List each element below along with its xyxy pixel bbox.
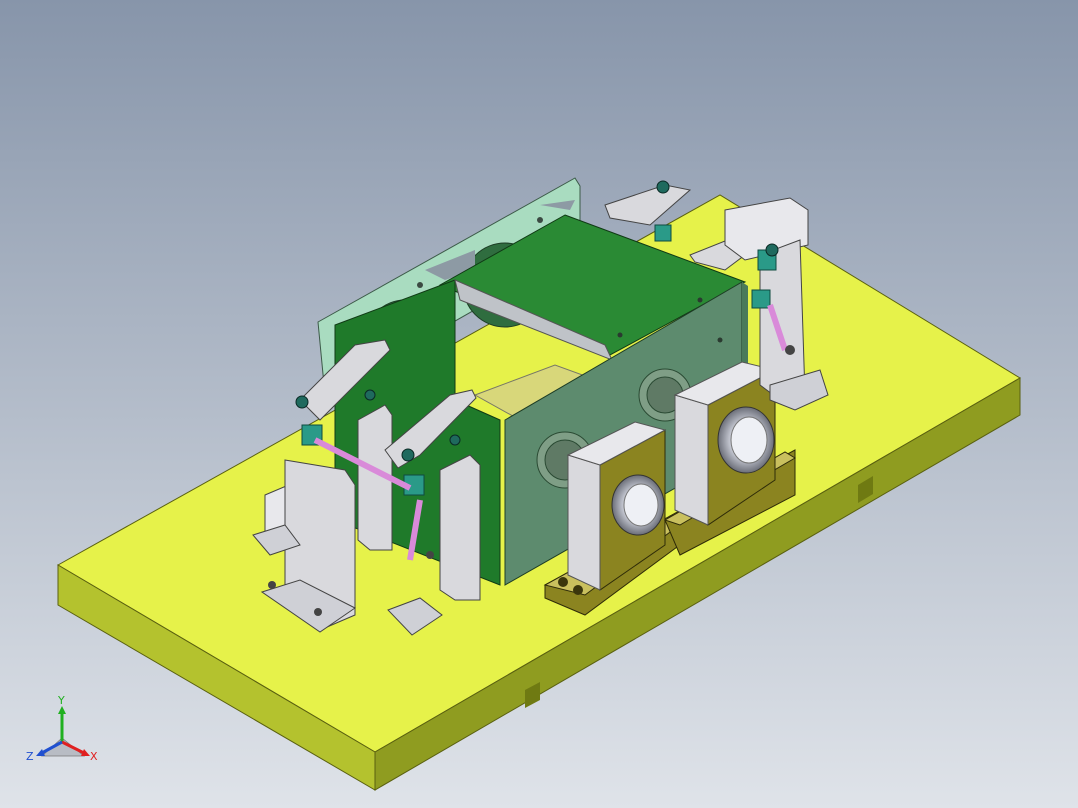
pivot-bolt xyxy=(268,581,276,589)
bearing-block-side xyxy=(567,454,601,591)
pivot-bolt xyxy=(449,434,461,446)
clamp-teal-block xyxy=(654,224,672,242)
pivot-bolt xyxy=(426,551,434,559)
triad-z-label: Z xyxy=(26,750,34,763)
housing-bolt xyxy=(717,337,723,343)
pivot-bolt xyxy=(401,448,415,462)
pivot-bolt xyxy=(785,345,795,355)
housing-bolt xyxy=(697,297,703,303)
back-plate-bolt-hole xyxy=(417,282,423,288)
pivot-bolt xyxy=(656,180,670,194)
assembly-model[interactable] xyxy=(0,0,1078,808)
bearing-bore-inner xyxy=(730,416,768,464)
bearing-block-side xyxy=(674,394,709,526)
triad-y-label: Y xyxy=(57,694,65,707)
pivot-bolt xyxy=(364,389,376,401)
housing-bolt xyxy=(617,332,623,338)
triad-y-arrow xyxy=(58,706,66,714)
back-plate-bolt-hole xyxy=(537,217,543,223)
pivot-bolt xyxy=(765,243,779,257)
pivot-bolt xyxy=(314,608,322,616)
coordinate-triad[interactable]: Y X Z xyxy=(22,690,112,770)
bearing-block-bolt-hole xyxy=(573,585,583,595)
triad-x-label: X xyxy=(90,750,98,763)
clamp-teal-block xyxy=(751,289,771,309)
triad-graphic: Y X Z xyxy=(26,694,98,763)
pivot-bolt xyxy=(295,395,309,409)
cad-viewport[interactable]: Y X Z xyxy=(0,0,1078,808)
support-column xyxy=(439,454,481,601)
bearing-block-bolt-hole xyxy=(558,577,568,587)
bearing-bore-inner xyxy=(623,483,659,527)
